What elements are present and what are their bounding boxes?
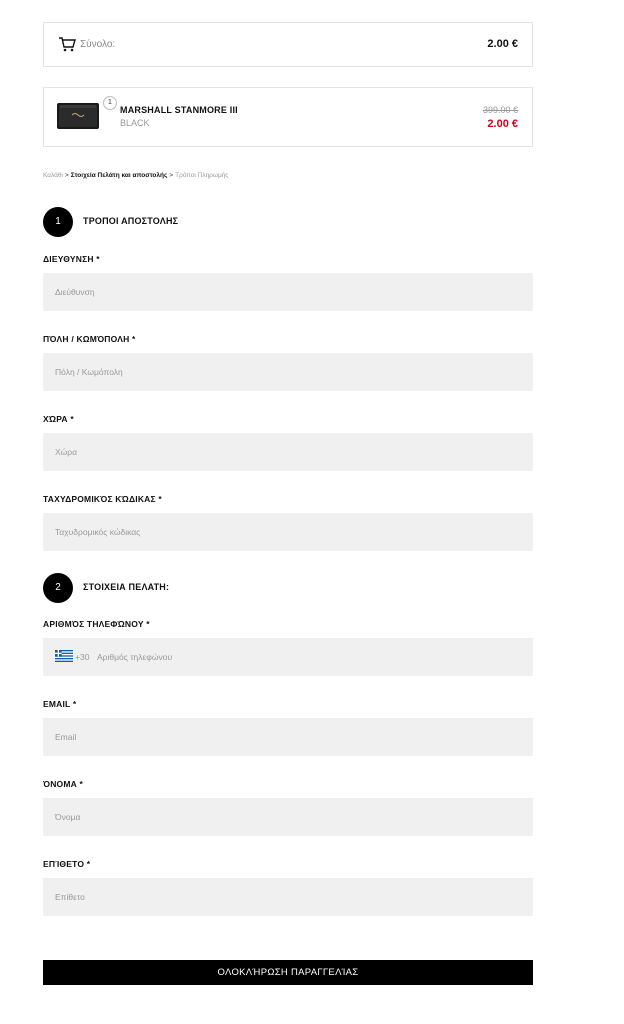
city-input[interactable]: Πόλη / Κωμόπολη [43,353,533,391]
product-variant: BLACK [120,118,150,128]
new-price: 2.00 € [487,118,518,130]
postal-code-placeholder: Ταχυδρομικός κώδικας [55,527,141,537]
breadcrumb-customer-info: Στοιχεία Πελάτη και αποστολής [70,172,168,179]
first-name-placeholder: Όνομα [55,812,81,822]
summary-label: Σύνολο: [80,39,116,50]
postal-code-input[interactable]: Ταχυδρομικός κώδικας [43,513,533,551]
cart-item: 1 MARSHALL STANMORE III BLACK 399.00 € 2… [43,87,533,147]
first-name-label: ΌΝΟΜΑ * [43,779,84,789]
quantity-badge: 1 [103,96,117,110]
breadcrumb-payment: Τρόποι Πληρωμής [175,172,229,179]
cart-icon [59,37,76,52]
last-name-placeholder: Επίθετο [55,892,85,902]
city-placeholder: Πόλη / Κωμόπολη [55,367,123,377]
email-label: EMAIL * [43,699,77,709]
last-name-input[interactable]: Επίθετο [43,878,533,916]
breadcrumb-separator: > [64,172,69,179]
breadcrumb-separator: > [169,172,174,179]
old-price: 399.00 € [482,105,518,115]
city-label: ΠΌΛΗ / ΚΩΜΌΠΟΛΗ * [43,334,136,344]
email-placeholder: Email [55,732,77,742]
country-label: ΧΏΡΑ * [43,414,74,424]
phone-placeholder: Αριθμός τηλεφώνου [97,652,173,662]
section-title: ΣΤΟΙΧΕΙΑ ΠΕΛΑΤΗ: [83,582,170,592]
complete-order-button[interactable]: ΟΛΟΚΛΉΡΩΣΗ ΠΑΡΑΓΓΕΛΊΑΣ [43,960,533,985]
breadcrumb: Καλάθι > Στοιχεία Πελάτη και αποστολής > Τρό… [43,172,228,179]
breadcrumb-cart[interactable]: Καλάθι [43,172,63,179]
postal-code-label: ΤΑΧΥΔΡΟΜΙΚΌΣ ΚΏΔΙΚΑΣ * [43,494,162,504]
product-image [57,103,99,129]
address-placeholder: Διεύθυνση [55,287,95,297]
order-summary: Σύνολο: 2.00 € [43,22,533,67]
country-input[interactable]: Χώρα [43,433,533,471]
address-input[interactable]: Διεύθυνση [43,273,533,311]
first-name-input[interactable]: Όνομα [43,798,533,836]
step-number: 2 [43,573,73,603]
section-title: ΤΡΟΠΟΙ ΑΠΟΣΤΟΛΗΣ [83,216,179,226]
step-number: 1 [43,207,73,237]
address-label: ΔΙΕΥΘΥΝΣΗ * [43,254,100,264]
email-input[interactable]: Email [43,718,533,756]
phone-input[interactable]: +30 Αριθμός τηλεφώνου [43,638,533,676]
product-name[interactable]: MARSHALL STANMORE III [120,105,238,115]
country-placeholder: Χώρα [55,447,78,457]
summary-total: 2.00 € [487,38,518,50]
phone-label: ΑΡΙΘΜΌΣ ΤΗΛΕΦΏΝΟΥ * [43,619,150,629]
greece-flag-icon[interactable] [55,650,73,662]
last-name-label: ΕΠΊΘΕΤΟ * [43,859,91,869]
dial-code: +30 [75,652,90,662]
